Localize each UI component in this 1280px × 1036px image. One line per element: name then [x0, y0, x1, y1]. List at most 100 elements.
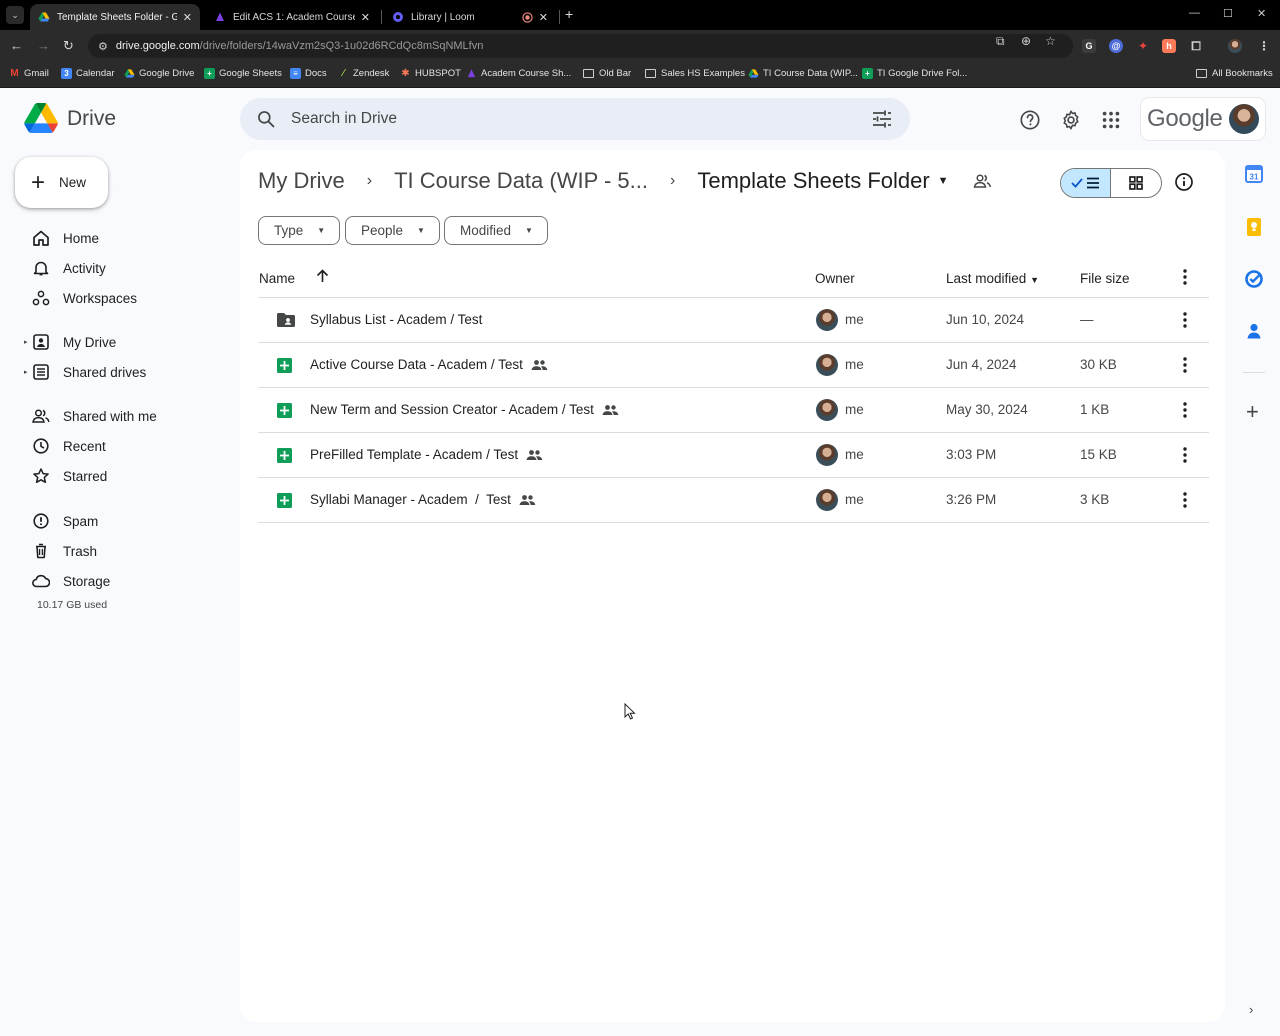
grid-view-button[interactable]: [1111, 169, 1161, 197]
bookmark-star-icon[interactable]: ☆: [1045, 34, 1056, 48]
more-vert-icon[interactable]: [1183, 402, 1187, 418]
install-app-icon[interactable]: ⧉: [996, 34, 1005, 49]
hubspot-extension-icon[interactable]: h: [1162, 39, 1176, 53]
breadcrumb-ti-course-data[interactable]: TI Course Data (WIP - 5...: [394, 168, 648, 194]
maximize-icon[interactable]: ☐: [1223, 7, 1233, 20]
bookmark-zendesk[interactable]: ⁄ Zendesk: [338, 68, 390, 79]
bookmark-google-sheets[interactable]: + Google Sheets: [204, 68, 282, 79]
search-options-icon[interactable]: [872, 110, 892, 128]
search-bar[interactable]: Search in Drive: [240, 98, 910, 140]
list-view-button[interactable]: [1061, 169, 1112, 197]
profile-avatar[interactable]: [1228, 39, 1242, 53]
tab-search-button[interactable]: ⌄: [6, 6, 24, 24]
search-icon[interactable]: [256, 109, 276, 129]
sidebar-item-spam[interactable]: Spam: [24, 507, 224, 535]
bookmark-calendar[interactable]: 3 Calendar: [61, 68, 115, 79]
filter-type-chip[interactable]: Type ▼: [258, 216, 341, 245]
breadcrumb-my-drive[interactable]: My Drive: [258, 168, 345, 194]
new-button[interactable]: + New: [15, 157, 108, 208]
calendar-app-icon[interactable]: 31: [1244, 164, 1264, 184]
bookmark-academ[interactable]: Academ Course Sh...: [466, 68, 571, 79]
keep-app-icon[interactable]: [1244, 217, 1264, 237]
column-file-size[interactable]: File size: [1080, 271, 1130, 286]
address-bar[interactable]: ⚙ drive.google.com/drive/folders/14waVzm…: [88, 34, 1073, 58]
contacts-app-icon[interactable]: [1244, 321, 1264, 341]
table-row[interactable]: Syllabus List - Academ / Test me Jun 10,…: [258, 298, 1209, 343]
new-tab-button[interactable]: +: [565, 6, 573, 22]
table-row[interactable]: New Term and Session Creator - Academ / …: [258, 388, 1209, 433]
more-vert-icon[interactable]: [1183, 492, 1187, 508]
column-last-modified[interactable]: Last modified ▼: [946, 271, 1039, 286]
sidebar-item-my-drive[interactable]: ▸ My Drive: [24, 328, 224, 356]
grammarly-extension-icon[interactable]: G: [1082, 39, 1096, 53]
bookmark-folder[interactable]: Sales HS Examples: [645, 68, 745, 79]
bookmark-ti-google-drive[interactable]: + TI Google Drive Fol...: [862, 68, 967, 79]
sidebar-item-trash[interactable]: Trash: [24, 537, 224, 565]
table-row[interactable]: Active Course Data - Academ / Test me Ju…: [258, 343, 1209, 388]
settings-gear-icon[interactable]: [1060, 109, 1082, 131]
sidebar-item-recent[interactable]: Recent: [24, 432, 224, 460]
extension-icon[interactable]: @: [1109, 39, 1123, 53]
more-vert-icon[interactable]: [1183, 312, 1187, 328]
get-addons-plus-icon[interactable]: +: [1246, 401, 1259, 423]
app-name[interactable]: Drive: [67, 107, 116, 131]
more-vert-icon[interactable]: [1183, 269, 1187, 285]
file-size: —: [1080, 312, 1094, 327]
bookmark-google-drive[interactable]: Google Drive: [124, 68, 194, 79]
apps-grid-icon[interactable]: [1100, 109, 1122, 131]
column-owner[interactable]: Owner: [815, 271, 855, 286]
bookmark-ti-course-data[interactable]: TI Course Data (WIP...: [748, 68, 858, 79]
column-name[interactable]: Name: [259, 271, 295, 286]
account-avatar[interactable]: [1229, 104, 1259, 134]
table-row[interactable]: PreFilled Template - Academ / Test me 3:…: [258, 433, 1209, 478]
browser-menu-icon[interactable]: ⋮: [1257, 39, 1271, 53]
search-input[interactable]: Search in Drive: [291, 110, 397, 128]
sidebar-item-storage[interactable]: Storage: [24, 567, 224, 595]
extension-icon[interactable]: ✦: [1136, 39, 1150, 53]
more-vert-icon[interactable]: [1183, 447, 1187, 463]
sidebar-item-shared-drives[interactable]: ▸ Shared drives: [24, 358, 224, 386]
forward-icon[interactable]: →: [37, 38, 50, 53]
breadcrumb-current-folder[interactable]: Template Sheets Folder: [697, 168, 929, 194]
all-bookmarks[interactable]: All Bookmarks: [1196, 68, 1273, 79]
more-vert-icon[interactable]: [1183, 357, 1187, 373]
back-icon[interactable]: ←: [10, 38, 23, 53]
sidebar-item-home[interactable]: Home: [24, 224, 224, 252]
table-row[interactable]: Syllabi Manager - Academ / Test me 3:26 …: [258, 478, 1209, 523]
account-switcher[interactable]: Google: [1141, 98, 1265, 140]
help-icon[interactable]: [1019, 109, 1041, 131]
filter-people-chip[interactable]: People ▼: [345, 216, 440, 245]
sidebar-item-shared-with-me[interactable]: Shared with me: [24, 402, 224, 430]
close-window-icon[interactable]: ✕: [1257, 7, 1266, 20]
sidebar-item-workspaces[interactable]: Workspaces: [24, 284, 224, 312]
close-tab-icon[interactable]: ✕: [539, 11, 548, 24]
close-tab-icon[interactable]: ✕: [361, 11, 370, 24]
sidebar-item-activity[interactable]: Activity: [24, 254, 224, 282]
reload-icon[interactable]: ↻: [63, 38, 74, 54]
close-tab-icon[interactable]: ✕: [183, 11, 192, 24]
expand-caret-icon[interactable]: ▸: [24, 368, 28, 376]
chevron-right-icon[interactable]: ›: [1249, 1002, 1253, 1017]
sidebar-item-starred[interactable]: Starred: [24, 462, 224, 490]
zoom-icon[interactable]: ⊕: [1021, 34, 1031, 48]
bookmark-docs[interactable]: ≡ Docs: [290, 68, 327, 79]
site-info-icon[interactable]: ⚙: [98, 40, 108, 53]
file-owner: me: [845, 447, 864, 462]
minimize-icon[interactable]: —: [1189, 7, 1200, 19]
extensions-puzzle-icon[interactable]: ⧠: [1189, 39, 1203, 53]
tasks-app-icon[interactable]: [1244, 269, 1264, 289]
bookmark-gmail[interactable]: M Gmail: [9, 68, 48, 79]
filter-modified-chip[interactable]: Modified ▼: [444, 216, 548, 245]
shared-folder-icon[interactable]: [973, 173, 991, 189]
browser-tab[interactable]: Library | Loom ✕: [384, 4, 556, 30]
bookmark-folder[interactable]: Old Bar: [583, 68, 631, 79]
info-icon[interactable]: [1174, 172, 1194, 192]
bookmark-hubspot[interactable]: ✱ HUBSPOT: [400, 68, 461, 79]
expand-caret-icon[interactable]: ▸: [24, 338, 28, 346]
drive-logo-icon[interactable]: [24, 103, 58, 133]
folder-menu-caret-icon[interactable]: ▼: [938, 175, 949, 187]
browser-tab[interactable]: Template Sheets Folder - Goog ✕: [30, 4, 200, 30]
sort-ascending-icon[interactable]: [316, 269, 329, 283]
browser-tab[interactable]: Edit ACS 1: Academ Course Sh ✕: [206, 4, 378, 30]
owner-avatar: [816, 489, 838, 511]
